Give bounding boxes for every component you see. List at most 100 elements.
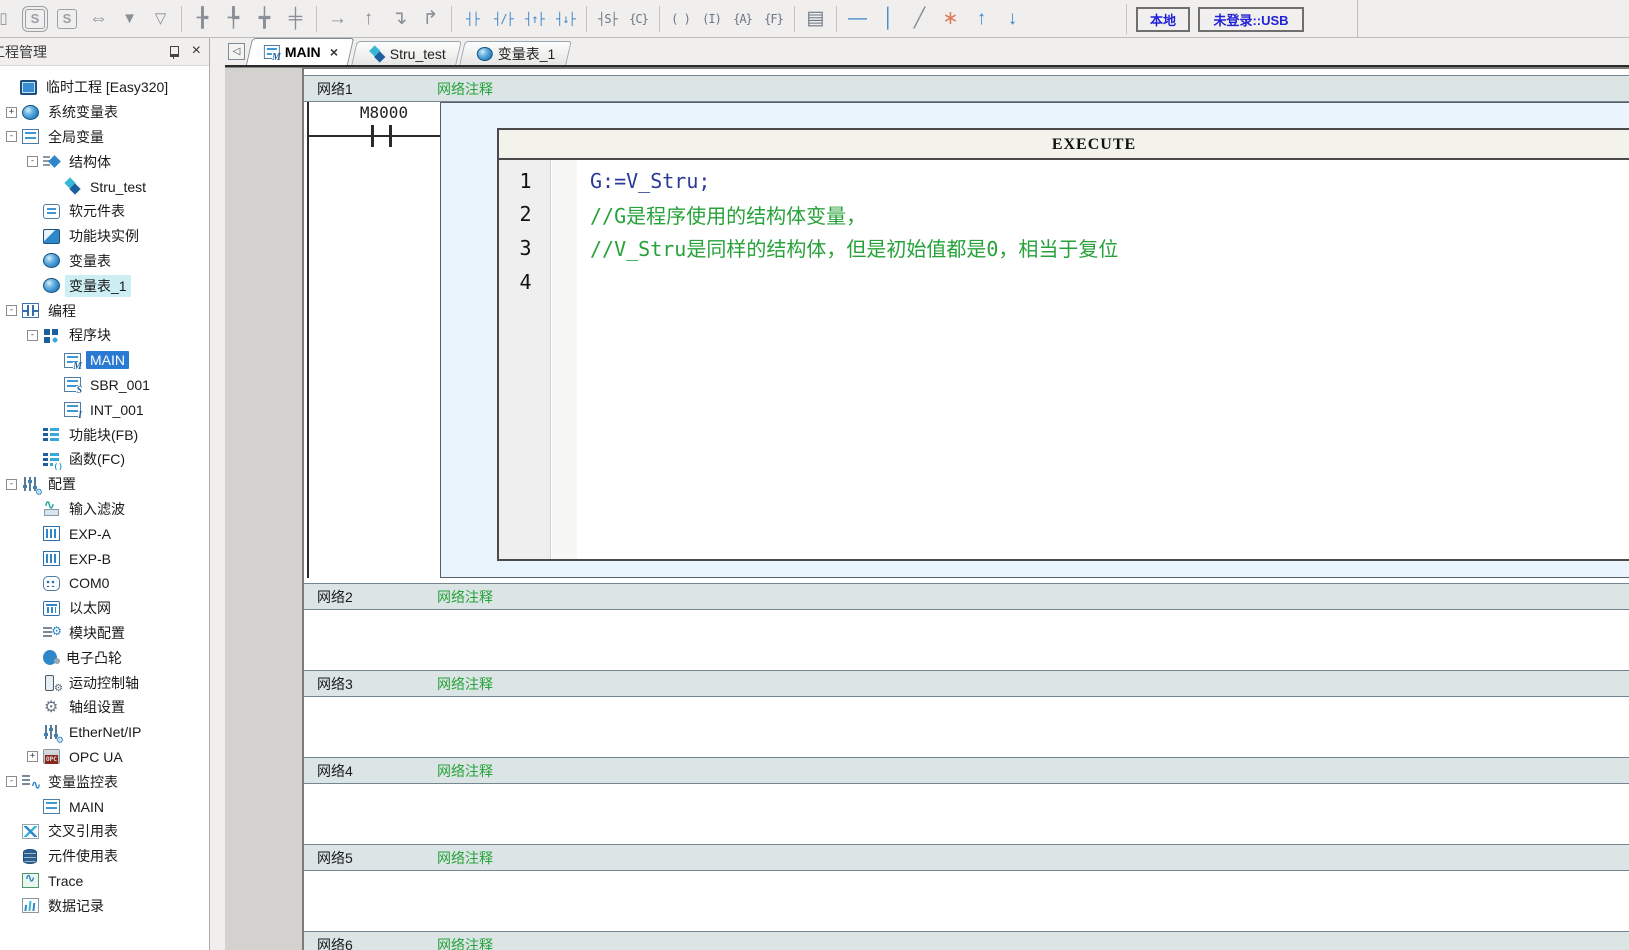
tree-item[interactable]: -程序块 bbox=[0, 323, 209, 348]
code-text[interactable]: //V_Stru是同样的结构体，但是初始值都是0，相当于复位 bbox=[552, 233, 1118, 262]
instruction-block-icon[interactable]: ▤ bbox=[800, 6, 831, 32]
code-line[interactable]: 3//V_Stru是同样的结构体，但是初始值都是0，相当于复位 bbox=[499, 231, 1629, 265]
move-up-icon[interactable]: ↑ bbox=[966, 6, 997, 32]
code-line[interactable]: 4 bbox=[499, 265, 1629, 299]
network-6[interactable]: 网络6 网络注释 bbox=[304, 931, 1629, 950]
branch-close-icon[interactable]: ╄ bbox=[218, 6, 249, 32]
tab-stru-test[interactable]: Stru_test bbox=[351, 41, 462, 65]
network-comment[interactable]: 网络注释 bbox=[437, 79, 493, 99]
network-5[interactable]: 网络5 网络注释 bbox=[304, 844, 1629, 931]
tree-item[interactable]: Trace bbox=[0, 869, 209, 894]
tab-main[interactable]: MAIN × bbox=[246, 38, 354, 65]
expand-toggle-icon[interactable]: - bbox=[6, 776, 17, 787]
tree-item[interactable]: Stru_test bbox=[0, 174, 209, 199]
tree-item[interactable]: +OPC UA bbox=[0, 745, 209, 770]
expand-toggle-icon[interactable]: - bbox=[27, 330, 38, 341]
coil-inverse-icon[interactable]: (I) bbox=[696, 6, 727, 32]
delete-line-icon[interactable]: ╱ bbox=[904, 6, 935, 32]
brace-c-icon[interactable]: {C} bbox=[623, 6, 654, 32]
coil-output-icon[interactable]: ( ) bbox=[665, 6, 696, 32]
network-3[interactable]: 网络3 网络注释 bbox=[304, 670, 1629, 757]
expand-toggle-icon[interactable]: - bbox=[6, 479, 17, 490]
code-text[interactable]: G:=V_Stru; bbox=[552, 169, 710, 193]
tree-item[interactable]: 轴组设置 bbox=[0, 695, 209, 720]
network-1[interactable]: 网络1 网络注释 M8000 EXECUTE 1G:=V_Stru;2//G是程… bbox=[304, 75, 1629, 583]
tree-item[interactable]: 运动控制轴 bbox=[0, 670, 209, 695]
insert-down-hollow-icon[interactable]: ▽ bbox=[145, 6, 176, 32]
code-line[interactable]: 1G:=V_Stru; bbox=[499, 164, 1629, 198]
tree-item[interactable]: 变量表 bbox=[0, 249, 209, 274]
tree-item[interactable]: 电子凸轮 bbox=[0, 645, 209, 670]
tree-item[interactable]: -全局变量 bbox=[0, 125, 209, 150]
tab-variable-table-1[interactable]: 变量表_1 bbox=[459, 41, 571, 65]
draw-vline-icon[interactable]: │ bbox=[873, 6, 904, 32]
network-header[interactable]: 网络1 网络注释 bbox=[304, 75, 1629, 102]
network-comment[interactable]: 网络注释 bbox=[437, 935, 493, 950]
panel-splitter[interactable] bbox=[210, 38, 225, 950]
tree-item[interactable]: 模块配置 bbox=[0, 621, 209, 646]
network-comment[interactable]: 网络注释 bbox=[437, 848, 493, 868]
expand-toggle-icon[interactable]: - bbox=[6, 305, 17, 316]
tree-item[interactable]: 临时工程 [Easy320] bbox=[0, 75, 209, 100]
brace-f-icon[interactable]: {F} bbox=[758, 6, 789, 32]
tree-item[interactable]: 变量表_1 bbox=[0, 273, 209, 298]
tree-item[interactable]: MAIN bbox=[0, 794, 209, 819]
move-down-icon[interactable]: ↓ bbox=[997, 6, 1028, 32]
network-4[interactable]: 网络4 网络注释 bbox=[304, 757, 1629, 844]
network-body[interactable] bbox=[304, 610, 1629, 670]
tree-item[interactable]: -编程 bbox=[0, 298, 209, 323]
tree-item[interactable]: 元件使用表 bbox=[0, 844, 209, 869]
st-code-area[interactable]: 1G:=V_Stru;2//G是程序使用的结构体变量，3//V_Stru是同样的… bbox=[499, 160, 1629, 559]
tree-item[interactable]: MAIN bbox=[0, 348, 209, 373]
tab-close-icon[interactable]: × bbox=[330, 44, 338, 60]
arrow-down-right-icon[interactable]: ↴ bbox=[384, 6, 415, 32]
network-header[interactable]: 网络4 网络注释 bbox=[304, 757, 1629, 784]
network-body[interactable] bbox=[304, 871, 1629, 931]
tree-item[interactable]: 函数(FC) bbox=[0, 447, 209, 472]
network-body[interactable] bbox=[304, 697, 1629, 757]
tree-item[interactable]: INT_001 bbox=[0, 397, 209, 422]
network-comment[interactable]: 网络注释 bbox=[437, 761, 493, 781]
branch-open-icon[interactable]: ╊ bbox=[187, 6, 218, 32]
tree-item[interactable]: +系统变量表 bbox=[0, 100, 209, 125]
expand-toggle-icon[interactable]: - bbox=[27, 156, 38, 167]
clipped-tool-icon[interactable]: ▯ bbox=[0, 6, 19, 32]
tree-item[interactable]: 功能块实例 bbox=[0, 224, 209, 249]
tree-item[interactable]: COM0 bbox=[0, 571, 209, 596]
network-2[interactable]: 网络2 网络注释 bbox=[304, 583, 1629, 670]
tree-item[interactable]: SBR_001 bbox=[0, 373, 209, 398]
code-text[interactable]: //G是程序使用的结构体变量， bbox=[552, 200, 866, 229]
contact-operand[interactable]: M8000 bbox=[350, 103, 418, 122]
network-header[interactable]: 网络3 网络注释 bbox=[304, 670, 1629, 697]
pin-icon[interactable] bbox=[168, 46, 179, 59]
tree-item[interactable]: 输入滤波 bbox=[0, 497, 209, 522]
draw-hline-icon[interactable]: — bbox=[842, 6, 873, 32]
ladder-editor-canvas[interactable]: 网络1 网络注释 M8000 EXECUTE 1G:=V_Stru;2//G是程… bbox=[302, 67, 1629, 950]
network-body[interactable] bbox=[304, 784, 1629, 844]
stl-box-icon[interactable]: S bbox=[57, 9, 77, 29]
tree-item[interactable]: -变量监控表 bbox=[0, 769, 209, 794]
network-header[interactable]: 网络5 网络注释 bbox=[304, 844, 1629, 871]
arrow-right-icon[interactable]: → bbox=[322, 6, 353, 32]
network-header[interactable]: 网络2 网络注释 bbox=[304, 583, 1629, 610]
network-comment[interactable]: 网络注释 bbox=[437, 674, 493, 694]
tree-item[interactable]: 功能块(FB) bbox=[0, 422, 209, 447]
tree-item[interactable]: 数据记录 bbox=[0, 893, 209, 918]
contact-rising-icon[interactable]: ┤↑├ bbox=[519, 6, 550, 32]
brace-a-icon[interactable]: {A} bbox=[727, 6, 758, 32]
contact-falling-icon[interactable]: ┤↓├ bbox=[550, 6, 581, 32]
contact-closed-icon[interactable]: ┤/├ bbox=[488, 6, 519, 32]
network-header[interactable]: 网络6 网络注释 bbox=[304, 931, 1629, 950]
function-block-region[interactable]: EXECUTE 1G:=V_Stru;2//G是程序使用的结构体变量，3//V_… bbox=[440, 102, 1629, 578]
tab-scroll-left-button[interactable]: ◁ bbox=[228, 43, 245, 60]
expand-toggle-icon[interactable]: + bbox=[27, 751, 38, 762]
expand-toggle-icon[interactable]: - bbox=[6, 131, 17, 142]
tree-item[interactable]: -配置 bbox=[0, 472, 209, 497]
expand-toggle-icon[interactable]: + bbox=[6, 107, 17, 118]
tree-item[interactable]: EXP-B bbox=[0, 546, 209, 571]
branch-parallel-icon[interactable]: ╪ bbox=[280, 6, 311, 32]
arrow-up-icon[interactable]: ↑ bbox=[353, 6, 384, 32]
tree-item[interactable]: 软元件表 bbox=[0, 199, 209, 224]
stl-box-double-icon[interactable]: S bbox=[25, 9, 45, 29]
tree-item[interactable]: 以太网 bbox=[0, 596, 209, 621]
